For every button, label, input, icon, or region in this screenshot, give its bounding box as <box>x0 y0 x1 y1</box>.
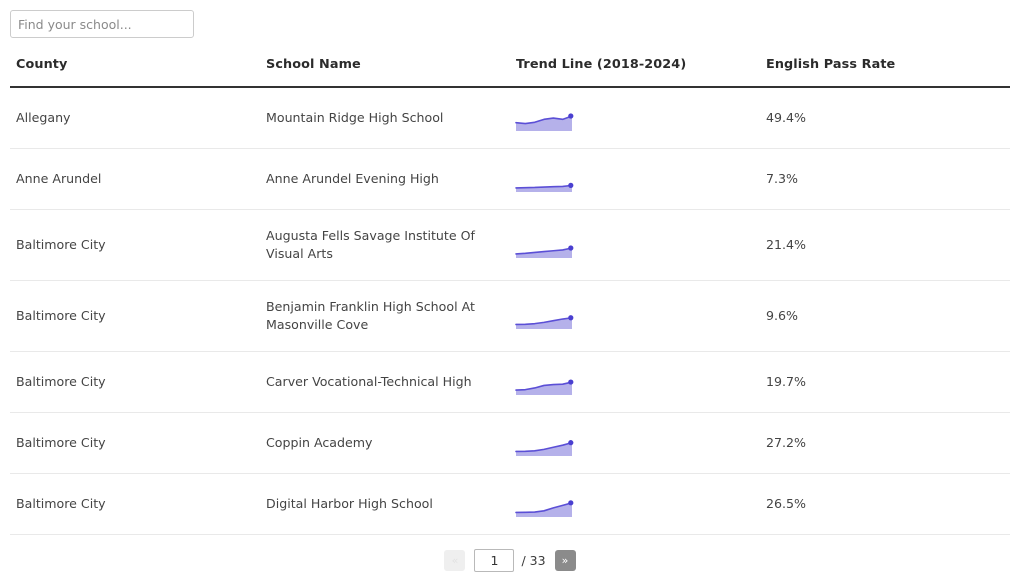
table-row[interactable]: Baltimore City Coppin Academy 27.2% <box>10 412 1010 474</box>
cell-trend-sparkline <box>510 412 760 474</box>
cell-county: Baltimore City <box>10 473 260 535</box>
cell-county: Anne Arundel <box>10 148 260 210</box>
cell-trend-sparkline <box>510 209 760 281</box>
column-header-county[interactable]: County <box>10 57 260 88</box>
search-bar <box>0 0 1020 38</box>
cell-school-name: Carver Vocational-Technical High <box>260 351 510 413</box>
cell-county: Baltimore City <box>10 209 260 281</box>
table-row[interactable]: Baltimore City Carver Vocational-Technica… <box>10 351 1010 413</box>
cell-school-name: Mountain Ridge High School <box>260 87 510 149</box>
cell-school-name: Coppin Academy <box>260 412 510 474</box>
table-row[interactable]: Allegany Mountain Ridge High School 49.4% <box>10 87 1010 149</box>
table-body: Allegany Mountain Ridge High School 49.4% A… <box>10 87 1010 535</box>
cell-english-pass-rate: 9.6% <box>760 280 1010 352</box>
cell-trend-sparkline <box>510 473 760 535</box>
next-page-button[interactable]: » <box>554 550 576 571</box>
cell-county: Allegany <box>10 87 260 149</box>
total-pages-label: / 33 <box>521 553 546 568</box>
cell-english-pass-rate: 26.5% <box>760 473 1010 535</box>
cell-english-pass-rate: 7.3% <box>760 148 1010 210</box>
cell-school-name: Anne Arundel Evening High <box>260 148 510 210</box>
table-row[interactable]: Anne Arundel Anne Arundel Evening High 7.3… <box>10 148 1010 210</box>
pagination: « / 33 » <box>10 549 1010 572</box>
cell-trend-sparkline <box>510 148 760 210</box>
cell-english-pass-rate: 19.7% <box>760 351 1010 413</box>
cell-county: Baltimore City <box>10 412 260 474</box>
cell-english-pass-rate: 21.4% <box>760 209 1010 281</box>
table-row[interactable]: Baltimore City Benjamin Franklin High Sch… <box>10 280 1010 352</box>
cell-trend-sparkline <box>510 351 760 413</box>
previous-page-button[interactable]: « <box>444 550 466 571</box>
table-row[interactable]: Baltimore City Augusta Fells Savage Insti… <box>10 209 1010 281</box>
cell-school-name: Digital Harbor High School <box>260 473 510 535</box>
cell-trend-sparkline <box>510 280 760 352</box>
cell-school-name: Augusta Fells Savage Institute Of Visual… <box>260 209 510 281</box>
cell-english-pass-rate: 27.2% <box>760 412 1010 474</box>
table-header-row: County School Name Trend Line (2018-2024… <box>10 57 1010 88</box>
table-header: County School Name Trend Line (2018-2024… <box>10 57 1010 88</box>
cell-county: Baltimore City <box>10 280 260 352</box>
cell-school-name: Benjamin Franklin High School At Masonvi… <box>260 280 510 352</box>
cell-english-pass-rate: 49.4% <box>760 87 1010 149</box>
table-row[interactable]: Baltimore City Digital Harbor High School… <box>10 473 1010 535</box>
cell-trend-sparkline <box>510 87 760 149</box>
column-header-trend[interactable]: Trend Line (2018-2024) <box>510 57 760 88</box>
search-input[interactable] <box>10 10 194 38</box>
schools-table: County School Name Trend Line (2018-2024… <box>10 57 1010 535</box>
column-header-school[interactable]: School Name <box>260 57 510 88</box>
column-header-rate[interactable]: English Pass Rate <box>760 57 1010 88</box>
page-number-input[interactable] <box>474 549 515 572</box>
cell-county: Baltimore City <box>10 351 260 413</box>
schools-table-container: County School Name Trend Line (2018-2024… <box>0 57 1020 572</box>
